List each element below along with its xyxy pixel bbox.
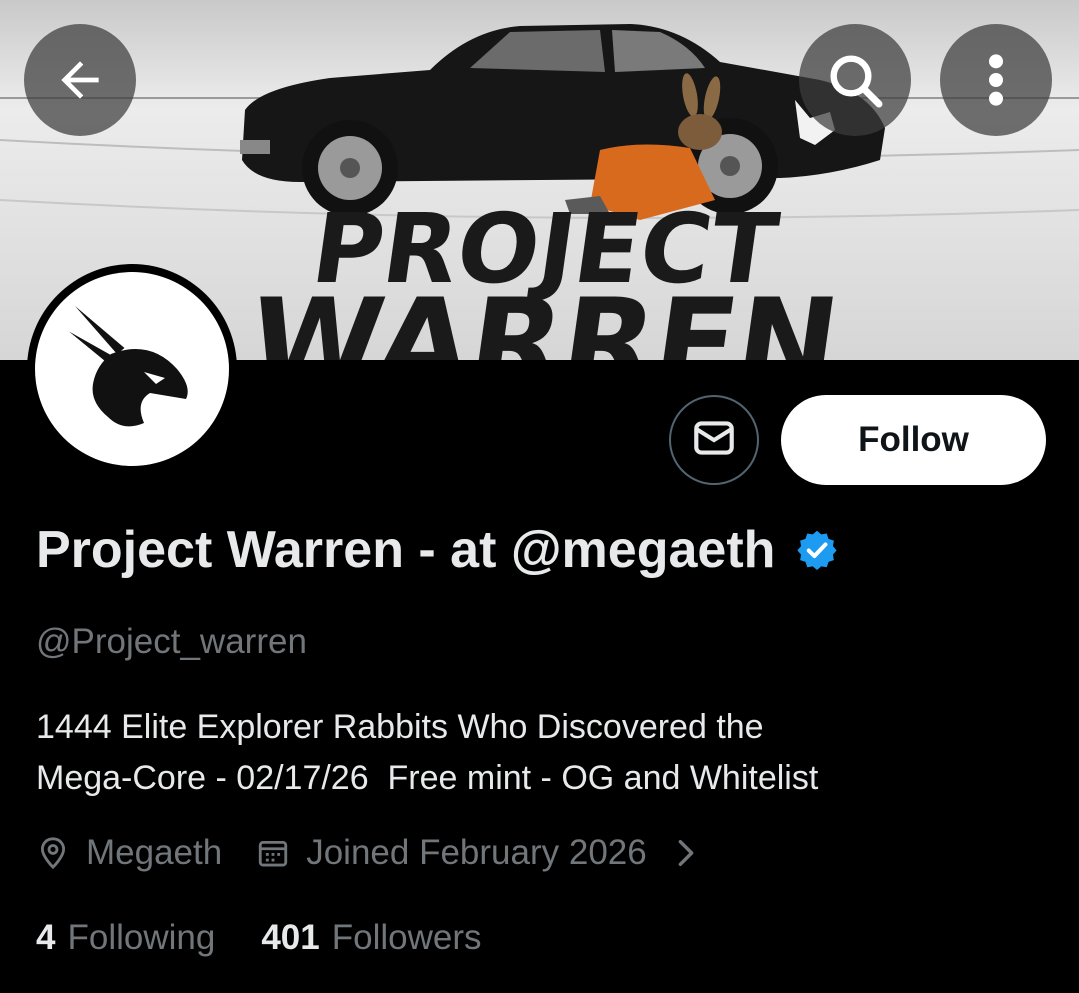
search-button[interactable] — [799, 24, 911, 136]
location-pin-icon — [36, 836, 70, 870]
search-icon — [823, 48, 887, 112]
banner-title-art: PROJECT WARREN — [240, 192, 847, 360]
more-options-button[interactable] — [940, 24, 1052, 136]
more-vertical-icon — [986, 52, 1006, 108]
display-name: Project Warren - at @megaeth — [36, 520, 839, 580]
display-name-text: Project Warren - at @megaeth — [36, 521, 776, 579]
following-count: 4 — [36, 918, 56, 957]
joined-date: Joined February 2026 — [256, 833, 647, 873]
bio-line: Mega-Core - 02/17/26 Free mint - OG and … — [36, 759, 819, 797]
envelope-icon — [689, 413, 739, 468]
back-button[interactable] — [24, 24, 136, 136]
follow-button[interactable]: Follow — [781, 395, 1046, 485]
profile-stats: 4 Following 401 Followers — [36, 918, 482, 958]
verified-badge-icon[interactable] — [795, 528, 839, 572]
avatar-image — [35, 272, 229, 466]
joined-text: Joined February 2026 — [306, 833, 647, 872]
chevron-right-icon[interactable] — [675, 836, 697, 870]
bio: 1444 Elite Explorer Rabbits Who Discover… — [36, 702, 1036, 804]
followers-label: Followers — [331, 918, 482, 957]
following-label: Following — [67, 918, 216, 957]
location: Megaeth — [36, 833, 222, 873]
profile-meta: Megaeth Joined February 2026 — [36, 833, 697, 873]
arrow-left-icon — [52, 52, 108, 108]
followers-count: 401 — [261, 918, 320, 957]
calendar-icon — [256, 836, 290, 870]
message-button[interactable] — [669, 395, 759, 485]
location-text: Megaeth — [86, 833, 223, 872]
rabbit-logo-icon — [69, 306, 188, 427]
bio-line: 1444 Elite Explorer Rabbits Who Discover… — [36, 708, 764, 746]
avatar[interactable] — [27, 264, 237, 474]
svg-text:WARREN: WARREN — [240, 274, 847, 360]
followers-link[interactable]: 401 Followers — [261, 918, 481, 958]
following-link[interactable]: 4 Following — [36, 918, 215, 958]
handle: @Project_warren — [36, 622, 307, 661]
